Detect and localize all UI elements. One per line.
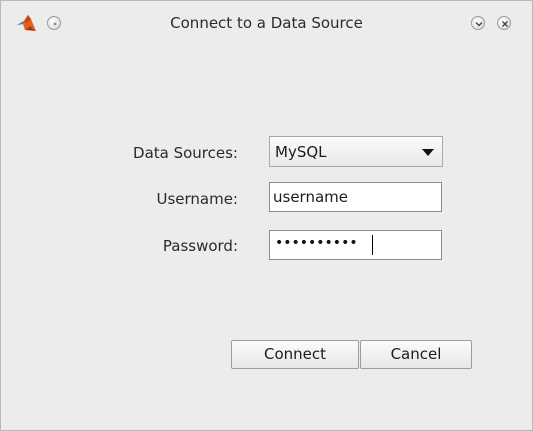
- password-label: Password:: [162, 237, 238, 255]
- username-field[interactable]: username: [269, 182, 442, 212]
- window-title: Connect to a Data Source: [170, 14, 363, 32]
- text-cursor: [372, 235, 373, 255]
- password-field[interactable]: ••••••••••: [269, 230, 442, 260]
- data-sources-label: Data Sources:: [133, 144, 238, 162]
- data-sources-selected-value: MySQL: [275, 143, 327, 161]
- connect-button[interactable]: Connect: [231, 340, 359, 369]
- close-icon[interactable]: [497, 16, 511, 30]
- chevron-down-icon[interactable]: [471, 16, 485, 30]
- data-sources-select[interactable]: MySQL: [269, 136, 443, 167]
- connect-dialog-window: Connect to a Data Source Data Sources: M…: [0, 0, 533, 431]
- cancel-button[interactable]: Cancel: [360, 340, 472, 369]
- password-mask: ••••••••••: [275, 235, 358, 251]
- title-bar: Connect to a Data Source: [1, 1, 532, 45]
- dropdown-arrow-icon[interactable]: [422, 149, 434, 156]
- username-label: Username:: [156, 190, 238, 208]
